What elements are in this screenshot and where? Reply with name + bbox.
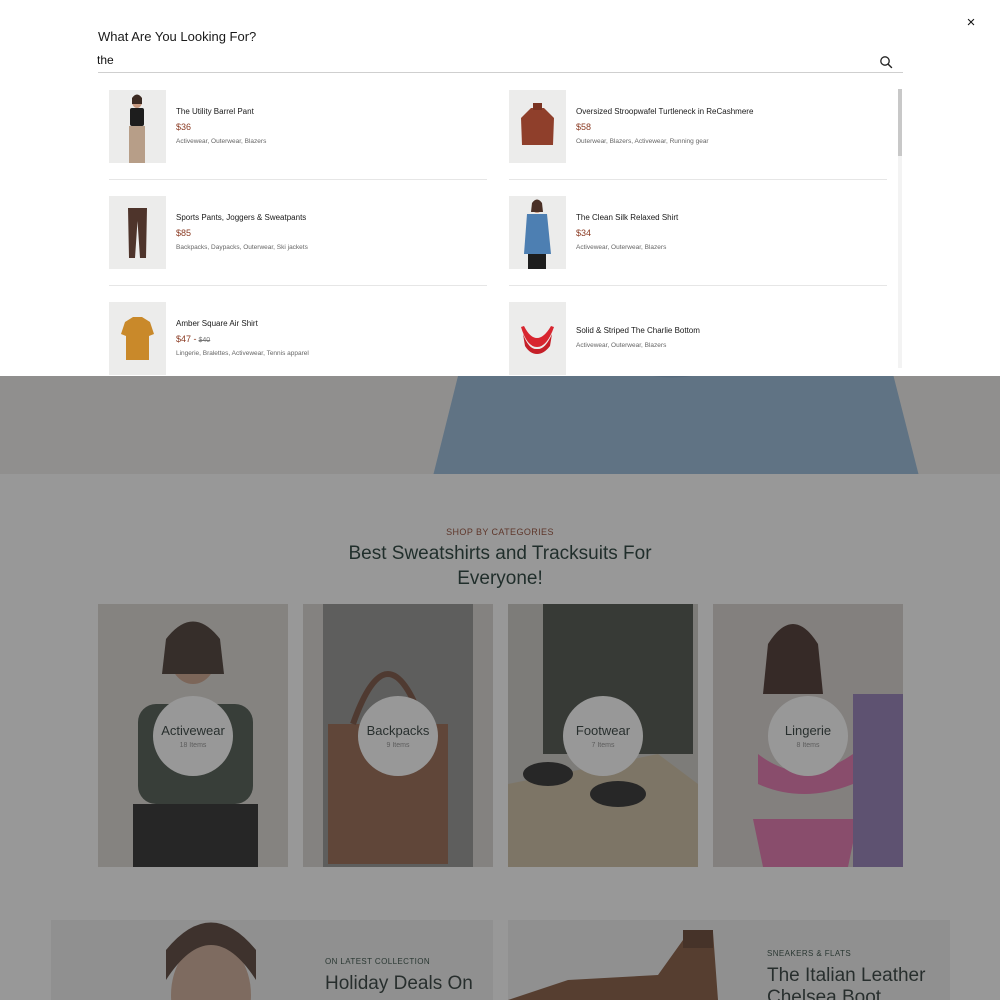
- product-tags: Outerwear, Blazers, Activewear, Running …: [576, 138, 709, 145]
- product-price: $47 - $40: [176, 334, 210, 344]
- product-price-current: $47 -: [176, 334, 197, 344]
- search-icon[interactable]: [879, 55, 893, 69]
- close-button[interactable]: ×: [962, 14, 980, 32]
- search-result-item[interactable]: Sports Pants, Joggers & Sweatpants $85 B…: [98, 188, 487, 294]
- product-thumbnail: [109, 196, 166, 269]
- product-tags: Lingerie, Bralettes, Activewear, Tennis …: [176, 350, 309, 357]
- search-heading: What Are You Looking For?: [98, 29, 257, 44]
- product-name: Amber Square Air Shirt: [176, 319, 258, 328]
- results-scrollbar-thumb[interactable]: [898, 89, 902, 156]
- product-price-old: $40: [198, 337, 211, 344]
- product-thumbnail: [109, 90, 166, 163]
- result-divider: [109, 179, 487, 180]
- modal-overlay[interactable]: [0, 376, 1000, 1000]
- product-tags: Activewear, Outerwear, Blazers: [576, 244, 667, 251]
- result-divider: [109, 285, 487, 286]
- search-result-item[interactable]: Oversized Stroopwafel Turtleneck in ReCa…: [498, 82, 887, 188]
- search-result-item[interactable]: The Clean Silk Relaxed Shirt $34 Activew…: [498, 188, 887, 294]
- product-thumbnail: [509, 90, 566, 163]
- search-results: The Utility Barrel Pant $36 Activewear, …: [98, 82, 898, 376]
- product-price: $36: [176, 122, 192, 132]
- search-result-item[interactable]: Solid & Striped The Charlie Bottom Activ…: [498, 294, 878, 376]
- product-price: $85: [176, 228, 192, 238]
- result-divider: [509, 285, 887, 286]
- product-thumbnail: [509, 302, 566, 375]
- search-underline: [98, 72, 903, 73]
- product-price: $34: [576, 228, 592, 238]
- search-result-item[interactable]: Amber Square Air Shirt $47 - $40 Lingerie…: [98, 294, 478, 376]
- product-tags: Activewear, Outerwear, Blazers: [576, 342, 667, 349]
- product-price: $58: [576, 122, 592, 132]
- search-input[interactable]: [97, 50, 877, 70]
- product-name: Solid & Striped The Charlie Bottom: [576, 326, 700, 335]
- product-name: Sports Pants, Joggers & Sweatpants: [176, 213, 307, 222]
- product-name: The Utility Barrel Pant: [176, 107, 254, 116]
- product-name: Oversized Stroopwafel Turtleneck in ReCa…: [576, 107, 754, 116]
- search-panel: × What Are You Looking For? The Utility …: [0, 0, 1000, 376]
- search-result-item[interactable]: The Utility Barrel Pant $36 Activewear, …: [98, 82, 487, 188]
- result-divider: [509, 179, 887, 180]
- product-name: The Clean Silk Relaxed Shirt: [576, 213, 679, 222]
- product-thumbnail: [109, 302, 166, 375]
- product-thumbnail: [509, 196, 566, 269]
- product-tags: Backpacks, Daypacks, Outerwear, Ski jack…: [176, 244, 308, 251]
- product-tags: Activewear, Outerwear, Blazers: [176, 138, 267, 145]
